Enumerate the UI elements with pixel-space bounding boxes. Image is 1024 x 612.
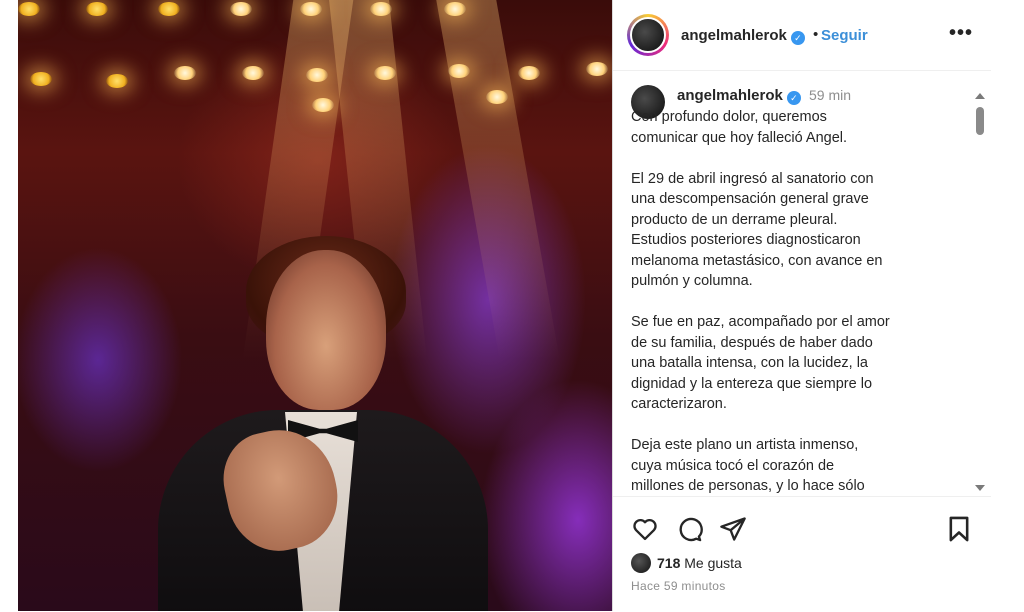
stage-light (306, 68, 328, 82)
caption-username[interactable]: angelmahlerok ✓ (677, 87, 801, 105)
stage-light (30, 72, 52, 86)
scroll-down-arrow-icon[interactable] (975, 485, 985, 491)
stage-light (312, 98, 334, 112)
profile-avatar (630, 17, 666, 53)
profile-username[interactable]: angelmahlerok ✓ (681, 27, 805, 45)
stage-light (370, 2, 392, 16)
stage-light (158, 2, 180, 16)
caption-scrollbar[interactable] (975, 93, 985, 493)
bookmark-icon[interactable] (945, 515, 973, 543)
stage-light (242, 66, 264, 80)
scroll-thumb[interactable] (976, 107, 984, 135)
scroll-up-arrow-icon[interactable] (975, 93, 985, 99)
post-side-panel: angelmahlerok ✓ • Seguir ••• angelmahlero… (612, 0, 991, 611)
stage-light (86, 2, 108, 16)
comment-icon[interactable] (675, 515, 703, 543)
profile-avatar-story-ring[interactable] (627, 14, 669, 56)
liker-avatar (631, 553, 651, 573)
likes-summary[interactable]: 718 Me gusta (631, 553, 742, 573)
stage-light (230, 2, 252, 16)
performer-face (266, 250, 386, 410)
stage-light (18, 2, 40, 16)
more-icon[interactable]: ••• (949, 22, 973, 45)
stage-light (518, 66, 540, 80)
stage-light (486, 90, 508, 104)
action-bar: 718 Me gusta Hace 59 minutos (613, 496, 991, 612)
follow-button[interactable]: Seguir (821, 27, 868, 44)
stage-light (586, 62, 608, 76)
stage-light (448, 64, 470, 78)
separator-dot: • (813, 26, 819, 43)
verified-badge-icon: ✓ (786, 91, 801, 105)
caption-area[interactable]: angelmahlerok ✓ 59 min Con profundo dolor… (613, 71, 991, 496)
stage-light (174, 66, 196, 80)
caption-text: Con profundo dolor, queremos comunicar q… (631, 109, 890, 494)
likes-count-label[interactable]: 718 Me gusta (657, 555, 742, 571)
post-photo[interactable] (18, 0, 612, 611)
post-time-ago: Hace 59 minutos (631, 579, 726, 593)
stage-light (106, 74, 128, 88)
caption-timestamp[interactable]: 59 min (809, 87, 851, 103)
share-icon[interactable] (719, 515, 747, 543)
stage-light (444, 2, 466, 16)
verified-badge-icon: ✓ (790, 31, 805, 45)
stage-light-beam (436, 0, 560, 360)
stage-light (300, 2, 322, 16)
heart-icon[interactable] (631, 515, 659, 543)
post-header: angelmahlerok ✓ • Seguir ••• (613, 0, 991, 71)
stage-light (374, 66, 396, 80)
